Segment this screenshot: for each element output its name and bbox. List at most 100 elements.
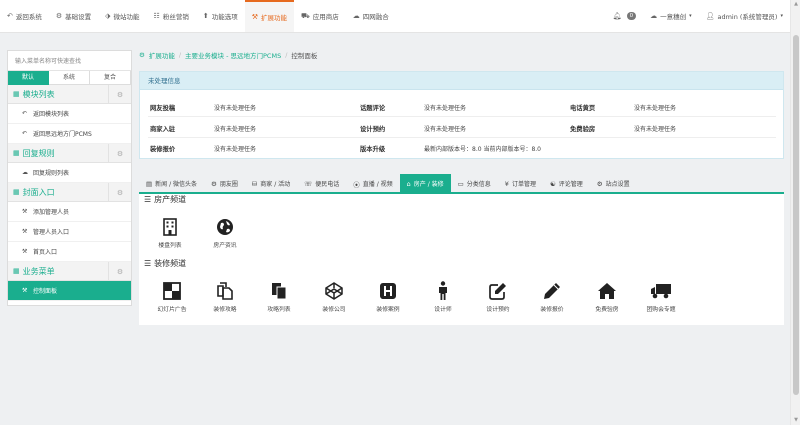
info-cell: 设计预约 没有未处理任务 — [360, 121, 466, 135]
tab-label: 订单管理 — [511, 181, 536, 188]
user-link-dropdown[interactable]: ☁ 一意穗创 ▾ — [643, 11, 699, 21]
nav-back-system[interactable]: ↶ 返回系统 — [0, 0, 49, 32]
tab-classified[interactable]: ▭ 分类信息 — [451, 174, 498, 193]
scroll-up-arrow[interactable]: ▲ — [793, 1, 799, 7]
tab-news[interactable]: ▤ 新闻 / 微信头条 — [139, 174, 204, 193]
info-label: 设计预约 — [360, 125, 386, 133]
gear-icon[interactable]: ⚙ — [108, 262, 131, 281]
sidebar-item-admin-entry[interactable]: ⚒ 管理人员入口 — [8, 222, 131, 242]
info-cell: 免费验房 没有未处理任务 — [570, 121, 676, 135]
group-reply-rules[interactable]: ▦ 回复规则 ⚙ — [8, 144, 131, 163]
tile-design-booking[interactable]: 设计预约 — [478, 282, 518, 313]
sidebar-item-reply-rule-list[interactable]: ☁ 回复规则列表 — [8, 163, 131, 183]
tab-site-settings[interactable]: ⚙ 站点设置 — [590, 174, 637, 193]
tab-label: 站点设置 — [605, 181, 630, 188]
h-square-icon — [368, 282, 408, 300]
sidebar-tabs: 默认 系统 复合 — [8, 71, 131, 85]
nav-app-store[interactable]: ⛟ 应用商店 — [294, 0, 346, 32]
tile-label: 设计师 — [434, 307, 452, 313]
group-business-menu[interactable]: ▦ 业务菜单 ⚙ — [8, 262, 131, 281]
wrench-icon: ⚒ — [22, 287, 28, 294]
admin-dropdown[interactable]: 👤︎ admin (系统管理员) ▾ — [699, 11, 790, 21]
nav-microsite[interactable]: ⬗ 微站功能 — [98, 0, 146, 32]
tile-label: 装修攻略 — [213, 307, 237, 313]
group-module-list[interactable]: ▦ 模块列表 ⚙ — [8, 85, 131, 104]
module-tabs: ▤ 新闻 / 微信头条 ⚙ 朋友圈 ⛁ 商家 / 活动 ☏ 便民电话 ⦿ 直播 / 视频 … — [139, 174, 784, 194]
page-scrollbar[interactable]: ▲ ▼ — [790, 0, 800, 425]
notifications-button[interactable]: 🔔︎ 0 — [606, 12, 643, 20]
tile-group-buy[interactable]: 团购会专题 — [641, 282, 681, 313]
tile-label: 楼盘列表 — [158, 243, 182, 249]
cloud-icon: ☁ — [352, 12, 360, 20]
nav-label: 基础设置 — [65, 13, 92, 21]
tile-building-list[interactable]: 楼盘列表 — [150, 218, 190, 249]
scrollbar-thumb[interactable] — [793, 35, 799, 395]
tile-label: 免费验房 — [595, 307, 619, 313]
tile-label: 装修报价 — [540, 307, 564, 313]
tab-merchants[interactable]: ⛁ 商家 / 活动 — [245, 174, 297, 193]
grid-icon: ▦ — [13, 188, 20, 196]
tile-guide-list[interactable]: 攻略列表 — [259, 282, 299, 313]
info-value: 没有未处理任务 — [424, 104, 467, 112]
tab-label: 新闻 / 微信头条 — [155, 181, 197, 188]
comments-icon: ☁ — [22, 169, 28, 176]
sidebar-item-control-panel[interactable]: ⚒ 控制面板 — [8, 281, 131, 301]
sidebar-item-label: 返回模块列表 — [33, 111, 70, 118]
gear-icon: ⚙ — [55, 12, 63, 20]
back-icon: ↶ — [7, 12, 13, 20]
group-title: 封面入口 — [22, 187, 55, 197]
tile-decoration-guide[interactable]: 装修攻略 — [205, 282, 245, 313]
sidebar-item-label: 管理人员入口 — [33, 229, 70, 236]
sidebar-item-home-entry[interactable]: ⚒ 首页入口 — [8, 242, 131, 262]
tile-decoration-quote[interactable]: 装修报价 — [532, 282, 572, 313]
tile-decoration-cases[interactable]: 装修案例 — [368, 282, 408, 313]
tab-default[interactable]: 默认 — [8, 71, 49, 85]
nav-label: 返回系统 — [15, 13, 42, 21]
sidebar-item-add-admin[interactable]: ⚒ 添加管理人员 — [8, 202, 131, 222]
cogs-icon: ⚙ — [596, 179, 603, 188]
sidebar-item-back-modules[interactable]: ↶ 返回模块列表 — [8, 104, 131, 124]
breadcrumb-item[interactable]: 主要业务模块 - 思远地方门PCMS — [185, 50, 281, 60]
tab-comments[interactable]: ☯ 评论管理 — [543, 174, 590, 193]
sidebar-item-label: 返回思远地方门PCMS — [33, 131, 92, 138]
tab-label: 分类信息 — [466, 181, 491, 188]
tab-label: 便民电话 — [315, 181, 340, 188]
gear-icon[interactable]: ⚙ — [108, 85, 131, 104]
tab-property[interactable]: ⌂ 房产 / 装修 — [399, 174, 451, 193]
row-divider — [148, 137, 776, 138]
sidebar-item-label: 回复规则列表 — [33, 170, 70, 177]
gear-icon[interactable]: ⚙ — [108, 144, 131, 163]
tile-slideshow-ads[interactable]: 幻灯片广告 — [152, 282, 192, 313]
breadcrumb-item[interactable]: 扩展功能 — [149, 50, 175, 60]
info-label: 版本升级 — [360, 145, 386, 153]
user-link-label: 一意穗创 — [660, 13, 687, 21]
nav-four-net[interactable]: ☁ 四网融合 — [346, 0, 396, 32]
tab-composite[interactable]: 复合 — [90, 71, 131, 85]
tile-decoration-company[interactable]: 装修公司 — [314, 282, 354, 313]
nav-fan-marketing[interactable]: ☷ 粉丝营销 — [147, 0, 196, 32]
group-cover-entry[interactable]: ▦ 封面入口 ⚙ — [8, 183, 131, 202]
nav-basic-settings[interactable]: ⚙ 基础设置 — [49, 0, 98, 32]
tile-free-inspection[interactable]: 免费验房 — [587, 282, 627, 313]
laptop-icon: ▭ — [457, 179, 464, 188]
nav-extensions[interactable]: ⚒ 扩展功能 — [244, 0, 294, 32]
section-title-decoration: ☰ 装修频道 — [144, 258, 186, 269]
tab-moments[interactable]: ⚙ 朋友圈 — [204, 174, 245, 193]
chevron-down-icon: ▾ — [689, 13, 692, 19]
tab-orders[interactable]: ¥ 订单管理 — [498, 174, 543, 193]
menu-search-input[interactable]: 输入菜单名称可快速查找 — [8, 51, 131, 71]
bell-icon: 🔔︎ — [612, 12, 622, 20]
nav-function-options[interactable]: ⬆ 功能选项 — [196, 0, 245, 32]
tile-designer[interactable]: 设计师 — [423, 281, 463, 313]
tab-system[interactable]: 系统 — [49, 71, 90, 85]
tile-label: 团购会专题 — [646, 307, 676, 313]
sidebar-item-back-pcms[interactable]: ↶ 返回思远地方门PCMS — [8, 124, 131, 144]
gear-icon[interactable]: ⚙ — [108, 183, 131, 202]
info-cell: 商家入驻 没有未处理任务 — [150, 121, 256, 135]
scroll-down-arrow[interactable]: ▼ — [793, 417, 799, 423]
tile-property-news[interactable]: 房产资讯 — [205, 218, 245, 249]
tab-phone[interactable]: ☏ 便民电话 — [297, 174, 346, 193]
tab-live[interactable]: ⦿ 直播 / 视频 — [346, 174, 399, 193]
sidebar-item-label: 首页入口 — [33, 249, 58, 256]
nav-label: 扩展功能 — [260, 14, 287, 22]
